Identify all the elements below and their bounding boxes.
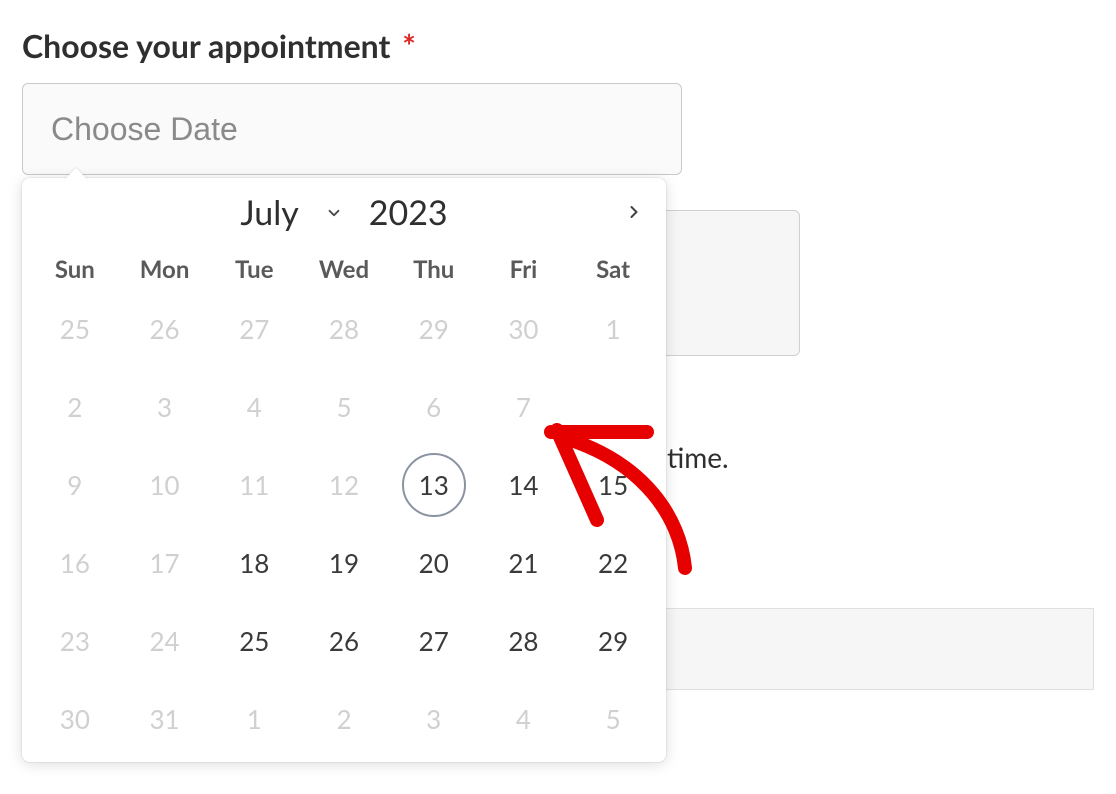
calendar-day[interactable]: 18 — [209, 524, 299, 602]
calendar-day: 10 — [120, 446, 210, 524]
calendar-day: 23 — [30, 602, 120, 680]
calendar-day: 4 — [479, 680, 569, 758]
calendar-day: 1 — [568, 290, 658, 368]
calendar-day: 3 — [120, 368, 210, 446]
calendar-day[interactable]: 28 — [479, 602, 569, 680]
calendar-day[interactable]: 21 — [479, 524, 569, 602]
required-marker: * — [402, 26, 416, 65]
calendar-day: 9 — [30, 446, 120, 524]
calendar-day[interactable]: 13 — [389, 446, 479, 524]
weekday-sun: Sun — [30, 255, 120, 284]
calendar-day: 2 — [30, 368, 120, 446]
weekday-sat: Sat — [568, 255, 658, 284]
weekday-wed: Wed — [299, 255, 389, 284]
calendar-day: 31 — [120, 680, 210, 758]
calendar-day[interactable]: 25 — [209, 602, 299, 680]
calendar-body: 2526272829301234567910111213141516171819… — [22, 290, 666, 758]
calendar-day[interactable]: 19 — [299, 524, 389, 602]
calendar-day[interactable]: 20 — [389, 524, 479, 602]
calendar-day: 30 — [479, 290, 569, 368]
weekday-fri: Fri — [479, 255, 569, 284]
calendar-year[interactable]: 2023 — [369, 192, 448, 233]
calendar-day: 28 — [299, 290, 389, 368]
calendar-day: 12 — [299, 446, 389, 524]
time-text-fragment: time. — [667, 440, 729, 474]
calendar-day: 2 — [299, 680, 389, 758]
field-label-text: Choose your appointment — [22, 26, 390, 65]
calendar-day[interactable]: 26 — [299, 602, 389, 680]
weekday-mon: Mon — [120, 255, 210, 284]
calendar-day: 24 — [120, 602, 210, 680]
calendar-day: 27 — [209, 290, 299, 368]
calendar-popup: July 2023 Sun Mon Tue Wed Thu Fri Sat 25… — [22, 178, 666, 762]
calendar-day: 25 — [30, 290, 120, 368]
calendar-day[interactable]: 14 — [479, 446, 569, 524]
calendar-day: 1 — [209, 680, 299, 758]
calendar-weekdays: Sun Mon Tue Wed Thu Fri Sat — [22, 243, 666, 290]
calendar-month[interactable]: July — [240, 192, 298, 233]
calendar-day: 29 — [389, 290, 479, 368]
calendar-day: 30 — [30, 680, 120, 758]
calendar-day: 16 — [30, 524, 120, 602]
calendar-day[interactable]: 22 — [568, 524, 658, 602]
calendar-header: July 2023 — [22, 178, 666, 243]
calendar-day: 11 — [209, 446, 299, 524]
weekday-tue: Tue — [209, 255, 299, 284]
calendar-day: 7 — [479, 368, 569, 446]
calendar-day[interactable]: 29 — [568, 602, 658, 680]
calendar-day: 5 — [568, 680, 658, 758]
chevron-down-icon[interactable] — [325, 204, 343, 222]
calendar-day: 17 — [120, 524, 210, 602]
field-label: Choose your appointment * — [22, 26, 1094, 65]
date-input[interactable] — [22, 83, 682, 175]
calendar-day: 4 — [209, 368, 299, 446]
calendar-day — [568, 368, 658, 446]
calendar-day[interactable]: 27 — [389, 602, 479, 680]
chevron-right-icon[interactable] — [624, 202, 642, 220]
calendar-day: 5 — [299, 368, 389, 446]
calendar-day: 26 — [120, 290, 210, 368]
calendar-day: 3 — [389, 680, 479, 758]
calendar-day: 6 — [389, 368, 479, 446]
calendar-day[interactable]: 15 — [568, 446, 658, 524]
weekday-thu: Thu — [389, 255, 479, 284]
